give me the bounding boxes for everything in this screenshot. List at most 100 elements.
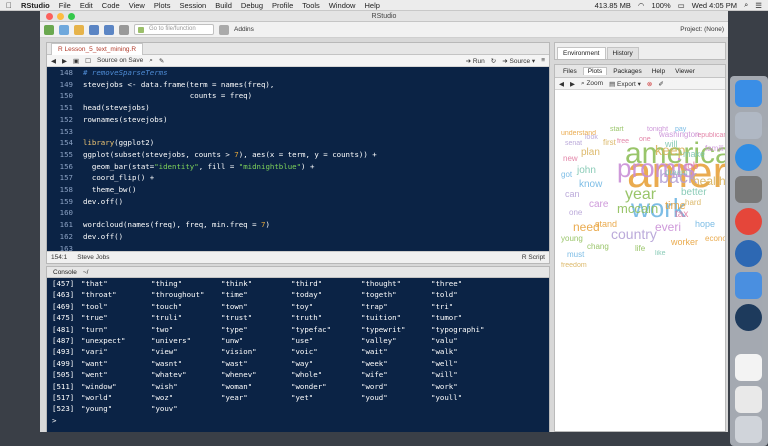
trash-icon[interactable] xyxy=(735,416,762,443)
system-preferences-icon[interactable] xyxy=(735,176,762,203)
source-on-save-checkbox[interactable]: ☐ xyxy=(85,57,91,65)
next-plot-icon[interactable]: ▶ xyxy=(570,80,575,88)
line-number: 148 xyxy=(59,68,73,77)
wordcloud-word: health xyxy=(693,174,725,188)
project-menu[interactable]: Project: (None) xyxy=(680,26,724,33)
goto-file-input[interactable]: Go to file/function xyxy=(134,24,214,35)
back-arrow-icon[interactable]: ◀ xyxy=(51,57,56,65)
editor-tab[interactable]: R Lesson_5_text_mining.R xyxy=(51,42,144,55)
chrome-icon[interactable] xyxy=(735,208,762,235)
console-prompt[interactable]: > xyxy=(52,415,549,426)
menu-window[interactable]: Window xyxy=(329,1,356,10)
documents-stack-icon[interactable] xyxy=(735,354,762,381)
zoom-window-icon[interactable] xyxy=(68,13,75,20)
close-window-icon[interactable] xyxy=(46,13,53,20)
console-value: "typewrit" xyxy=(361,324,406,334)
quicktime-icon[interactable] xyxy=(735,304,762,331)
menu-tools[interactable]: Tools xyxy=(302,1,320,10)
tab-viewer[interactable]: Viewer xyxy=(671,68,699,75)
console-row: [475] "true" "truli" "trust" "truth" "tuition… xyxy=(52,312,549,323)
remove-plot-icon[interactable]: ⊗ xyxy=(647,80,652,88)
launchpad-icon[interactable] xyxy=(735,112,762,139)
console-tab[interactable]: Console xyxy=(53,267,77,277)
keynote-icon[interactable] xyxy=(735,272,762,299)
menu-session[interactable]: Session xyxy=(180,1,207,10)
menu-file[interactable]: File xyxy=(59,1,71,10)
cursor-position: 154:1 xyxy=(51,254,68,261)
tab-files[interactable]: Files xyxy=(559,68,581,75)
menu-profile[interactable]: Profile xyxy=(272,1,293,10)
tab-packages[interactable]: Packages xyxy=(609,68,646,75)
memory-status[interactable]: 413.85 MB xyxy=(595,1,631,10)
wordcloud-word: hope xyxy=(695,219,715,229)
rstudio-icon[interactable] xyxy=(735,240,762,267)
menu-help[interactable]: Help xyxy=(364,1,379,10)
tab-history[interactable]: History xyxy=(606,47,639,59)
prev-plot-icon[interactable]: ◀ xyxy=(559,80,564,88)
menu-list-icon[interactable]: ☰ xyxy=(755,1,762,10)
console-value: "third" xyxy=(291,279,323,288)
tab-plots[interactable]: Plots xyxy=(582,67,608,75)
wordcloud-word: everi xyxy=(655,220,681,234)
zoom-button[interactable]: ⌕ Zoom xyxy=(581,80,603,88)
search-code-icon[interactable]: ⌕ xyxy=(149,57,153,65)
wifi-icon[interactable]: ◠ xyxy=(638,1,645,10)
console-value: "valley" xyxy=(361,336,397,346)
apple-menu-icon[interactable]:  xyxy=(6,1,12,10)
menu-debug[interactable]: Debug xyxy=(241,1,263,10)
console-value: "think" xyxy=(221,279,253,288)
battery-icon[interactable]: ▭ xyxy=(678,1,685,10)
wordcloud-word: got xyxy=(561,170,573,179)
console-value: "will" xyxy=(431,370,458,380)
console-index: [457] xyxy=(52,279,75,288)
clear-plots-icon[interactable]: ✐ xyxy=(658,80,663,88)
clock[interactable]: Wed 4:05 PM xyxy=(692,1,737,10)
scope-indicator[interactable]: Steve Jobs xyxy=(77,254,109,261)
console-value: "turn" xyxy=(81,324,108,334)
open-file-icon[interactable] xyxy=(74,24,84,35)
console-value: "wife" xyxy=(361,370,388,380)
save-icon[interactable] xyxy=(89,24,99,35)
console-value: "wasnt" xyxy=(151,358,183,368)
new-file-icon[interactable] xyxy=(44,24,54,35)
forward-arrow-icon[interactable]: ▶ xyxy=(62,57,67,65)
search-icon[interactable]: ⌕ xyxy=(744,0,748,10)
wand-icon[interactable]: ✎ xyxy=(159,57,164,65)
addins-menu[interactable]: Addins xyxy=(234,26,254,33)
run-button[interactable]: ➜ Run xyxy=(466,57,485,65)
downloads-stack-icon[interactable] xyxy=(735,386,762,413)
safari-icon[interactable] xyxy=(735,144,762,171)
save-file-icon[interactable]: ▣ xyxy=(73,57,79,65)
export-button[interactable]: ▤ Export ▾ xyxy=(609,80,641,88)
source-button[interactable]: ➜ Source ▾ xyxy=(502,57,535,65)
console-value: "truth" xyxy=(291,313,323,323)
menu-build[interactable]: Build xyxy=(215,1,232,10)
tab-environment[interactable]: Environment xyxy=(557,47,606,59)
console-output[interactable]: [457] "that" "thing" "think" "third" "thought… xyxy=(47,278,549,432)
console-value: "typographi" xyxy=(431,324,485,334)
finder-icon[interactable] xyxy=(735,80,762,107)
print-icon[interactable] xyxy=(119,24,129,35)
console-value: "univers" xyxy=(151,336,192,346)
new-project-icon[interactable] xyxy=(59,24,69,35)
menu-list-icon[interactable]: ≡ xyxy=(541,57,545,64)
menu-app-name[interactable]: RStudio xyxy=(21,1,50,10)
save-all-icon[interactable] xyxy=(104,24,114,35)
menu-view[interactable]: View xyxy=(129,1,145,10)
rerun-icon[interactable]: ↻ xyxy=(491,57,496,65)
battery-status[interactable]: 100% xyxy=(651,1,670,10)
menu-edit[interactable]: Edit xyxy=(80,1,93,10)
console-value: "view" xyxy=(151,347,178,357)
tab-help[interactable]: Help xyxy=(648,68,669,75)
menu-plots[interactable]: Plots xyxy=(154,1,171,10)
console-value: "thing" xyxy=(151,279,183,288)
menu-code[interactable]: Code xyxy=(102,1,120,10)
code-editor[interactable]: 148 149 150 151 152 153 154 155 156 157 158 159 160 1… xyxy=(47,67,549,253)
console-value: "yet" xyxy=(291,393,314,403)
console-index: [505] xyxy=(52,370,75,380)
file-type[interactable]: R Script xyxy=(522,254,545,261)
code-lines[interactable]: # removeSparseTerms stevejobs <- data.fr… xyxy=(83,67,377,243)
minimize-window-icon[interactable] xyxy=(57,13,64,20)
grid-icon[interactable] xyxy=(219,24,229,35)
console-index: [481] xyxy=(52,324,75,334)
